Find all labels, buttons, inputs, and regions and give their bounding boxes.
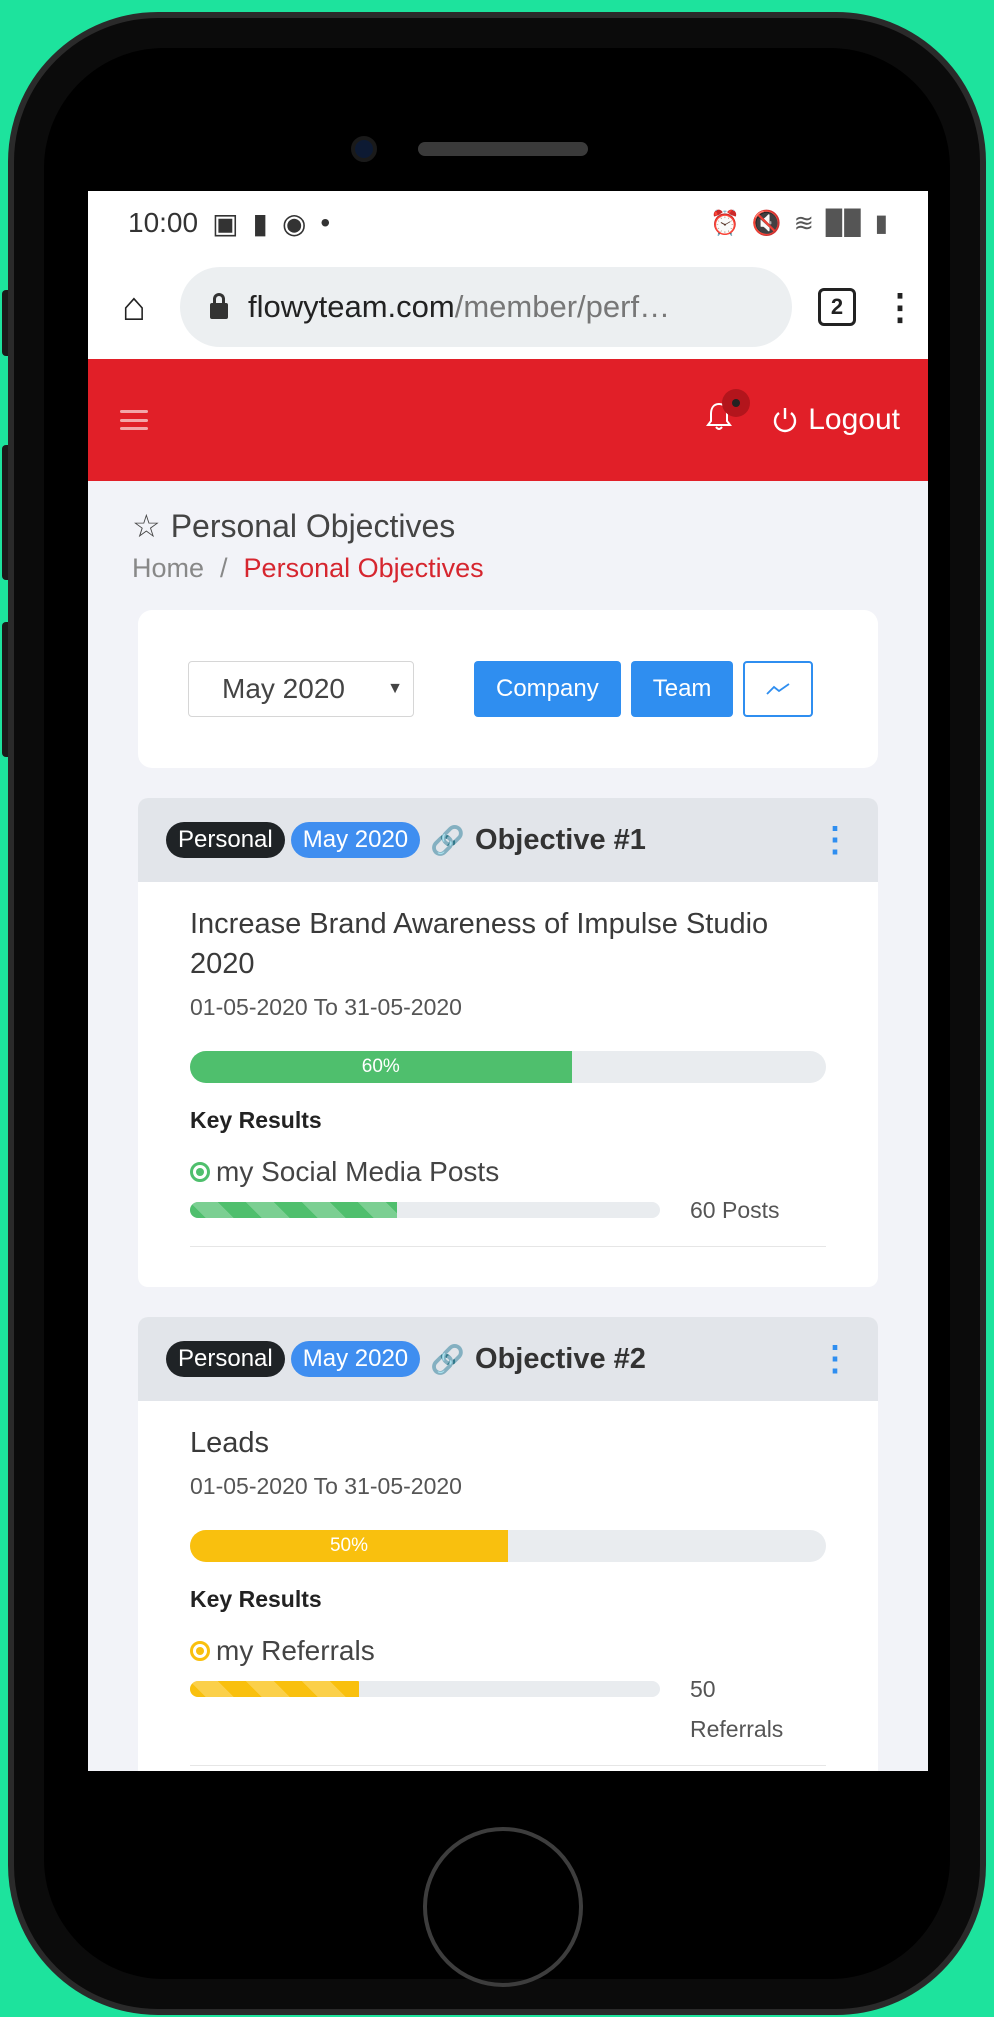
- target-icon: [190, 1641, 210, 1661]
- objective-name: Increase Brand Awareness of Impulse Stud…: [190, 908, 769, 980]
- team-button[interactable]: Team: [630, 661, 734, 717]
- caret-down-icon: ▼: [387, 680, 403, 697]
- camera-icon: [351, 136, 377, 162]
- key-results-heading: Key Results: [190, 1586, 322, 1612]
- period-select-value: May 2020: [222, 673, 345, 704]
- key-result-name: my Referrals: [216, 1635, 375, 1666]
- objective-title[interactable]: Objective #2: [475, 1343, 646, 1376]
- url-path: /member/perf…: [454, 289, 671, 324]
- objective-progress: 50%: [190, 1530, 826, 1562]
- objective-title[interactable]: Objective #1: [475, 824, 646, 857]
- filter-card: May 2020 ▼ Company Team: [138, 610, 878, 768]
- tab-switcher-button[interactable]: 2: [818, 288, 856, 326]
- objective-card: Personal May 2020 🔗 Objective #1 ⋮ Incre…: [138, 798, 878, 1287]
- hamburger-menu-icon[interactable]: [120, 410, 148, 430]
- battery-icon: ▮: [874, 209, 888, 237]
- lock-icon: [210, 293, 228, 319]
- type-badge: Personal: [166, 822, 285, 858]
- key-result-name: my Social Media Posts: [216, 1156, 500, 1187]
- alarm-icon: ⏰: [709, 209, 740, 237]
- objective-progress-fill: 50%: [190, 1530, 508, 1562]
- company-button[interactable]: Company: [474, 661, 621, 717]
- objective-header: Personal May 2020 🔗 Objective #1 ⋮: [138, 798, 878, 882]
- browser-menu-icon[interactable]: ⋮: [882, 286, 918, 328]
- phone-screen: 10:00 ▣ ▮ ◉ • ⏰ 🔇 ≋ ▉▉ ▮ ⌂ flowyteam.com…: [88, 191, 928, 1771]
- wifi-icon: ≋: [793, 209, 814, 237]
- logout-label: Logout: [808, 403, 900, 436]
- key-results-heading: Key Results: [190, 1107, 322, 1133]
- key-result-item[interactable]: my Referrals: [190, 1635, 826, 1667]
- app-header: Logout: [88, 359, 928, 481]
- objective-progress: 60%: [190, 1051, 826, 1083]
- objective-dates: 01-05-2020 To 31-05-2020: [190, 994, 462, 1020]
- chat-icon: ▮: [252, 207, 268, 239]
- url-field[interactable]: flowyteam.com/member/perf…: [180, 267, 792, 347]
- facebook-icon: ◉: [281, 207, 307, 239]
- key-result-progress-fill: [190, 1681, 360, 1697]
- url-domain: flowyteam.com: [248, 289, 455, 324]
- status-bar: 10:00 ▣ ▮ ◉ • ⏰ 🔇 ≋ ▉▉ ▮: [88, 191, 928, 255]
- mute-icon: 🔇: [751, 209, 782, 237]
- objective-progress-fill: 60%: [190, 1051, 572, 1083]
- breadcrumb-home[interactable]: Home: [132, 553, 204, 584]
- page-title: ☆ Personal Objectives: [132, 507, 884, 545]
- breadcrumb-current: Personal Objectives: [243, 553, 484, 583]
- browser-home-icon[interactable]: ⌂: [114, 285, 154, 330]
- key-result-progress: [190, 1681, 660, 1697]
- key-result-progress: [190, 1202, 660, 1218]
- status-time: 10:00: [128, 207, 199, 238]
- objective-dates: 01-05-2020 To 31-05-2020: [190, 1473, 462, 1499]
- logout-button[interactable]: Logout: [772, 403, 900, 437]
- notification-dot: [722, 389, 751, 417]
- link-icon[interactable]: 🔗: [430, 1343, 465, 1376]
- page-title-text: Personal Objectives: [170, 507, 456, 544]
- chart-button[interactable]: [743, 661, 814, 717]
- type-badge: Personal: [166, 1341, 285, 1377]
- objective-menu-icon[interactable]: ⋮: [818, 1339, 852, 1379]
- link-icon[interactable]: 🔗: [430, 824, 465, 857]
- objective-card: Personal May 2020 🔗 Objective #2 ⋮ Leads…: [138, 1317, 878, 1771]
- signal-icon: ▉▉: [825, 209, 863, 237]
- home-button[interactable]: [423, 1827, 583, 1987]
- star-icon: ☆: [132, 508, 161, 544]
- speaker-grille: [418, 142, 588, 156]
- notification-bell-icon[interactable]: [706, 389, 751, 439]
- target-icon: [190, 1162, 210, 1182]
- key-result-progress-fill: [190, 1202, 397, 1218]
- power-icon: [774, 408, 797, 433]
- period-select[interactable]: May 2020 ▼: [188, 661, 414, 717]
- period-badge: May 2020: [290, 1341, 421, 1377]
- objective-header: Personal May 2020 🔗 Objective #2 ⋮: [138, 1317, 878, 1401]
- key-result-item[interactable]: my Social Media Posts: [190, 1156, 826, 1188]
- breadcrumb: Home / Personal Objectives: [132, 553, 884, 584]
- key-result-value: 60 Posts: [690, 1197, 780, 1223]
- browser-toolbar: ⌂ flowyteam.com/member/perf… 2 ⋮: [88, 255, 928, 359]
- key-result-value: 50 Referrals: [690, 1676, 784, 1742]
- objective-menu-icon[interactable]: ⋮: [818, 820, 852, 860]
- period-badge: May 2020: [290, 822, 421, 858]
- more-notifications-icon: •: [320, 207, 331, 238]
- line-chart-icon: [766, 683, 790, 695]
- objective-name: Leads: [190, 1427, 270, 1459]
- image-icon: ▣: [212, 207, 239, 239]
- breadcrumb-separator: /: [220, 553, 228, 583]
